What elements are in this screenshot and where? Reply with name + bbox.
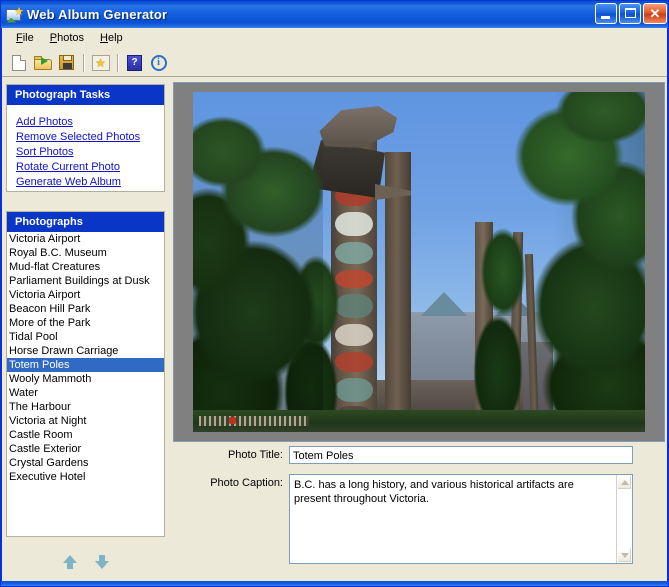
window-border-bottom <box>1 581 668 586</box>
window-border-right <box>667 28 668 586</box>
totem-carving-band <box>335 212 373 236</box>
question-mark-icon: ? <box>127 54 142 71</box>
move-down-arrow-icon[interactable] <box>94 554 110 570</box>
list-item[interactable]: Water <box>7 386 164 400</box>
photographs-header: Photographs <box>7 212 164 232</box>
floppy-save-icon <box>59 55 74 70</box>
photo-details-form: Photo Title: Totem Poles Photo Caption: … <box>173 446 665 584</box>
list-item[interactable]: The Harbour <box>7 400 164 414</box>
menu-item-file[interactable]: File <box>8 30 42 46</box>
window-title: Web Album Generator <box>27 7 168 22</box>
application-window: ★ Web Album Generator ✕ File Photos Help <box>0 0 669 587</box>
list-item[interactable]: Victoria Airport <box>7 232 164 246</box>
save-album-button[interactable] <box>55 52 78 74</box>
list-item[interactable]: Parliament Buildings at Dusk <box>7 274 164 288</box>
task-link-2[interactable]: Sort Photos <box>16 145 164 160</box>
scrollbar-track[interactable] <box>617 490 632 548</box>
tree-right <box>509 92 645 432</box>
photographs-panel: Photographs Victoria Airport Royal B.C. M… <box>6 211 165 537</box>
photograph-tasks-panel: Photograph Tasks Add Photos Remove Select… <box>6 84 165 192</box>
toolbar-divider <box>2 76 668 77</box>
menu-item-photos[interactable]: Photos <box>42 30 92 46</box>
photo-caption-label: Photo Caption: <box>210 477 283 489</box>
about-button[interactable]: i <box>147 52 170 74</box>
photograph-tasks-links: Add Photos Remove Selected Photos Sort Pho… <box>7 105 164 190</box>
caption-vertical-scrollbar[interactable] <box>616 475 632 563</box>
task-link-0[interactable]: Add Photos <box>16 115 164 130</box>
photo-caption-field[interactable]: B.C. has a long history, and various his… <box>289 474 633 564</box>
title-bar: ★ Web Album Generator ✕ <box>1 1 668 28</box>
photo-preview-area <box>173 82 665 442</box>
tree-left <box>193 112 323 432</box>
photo-caption-input[interactable]: B.C. has a long history, and various his… <box>290 475 616 563</box>
list-item[interactable]: Victoria at Night <box>7 414 164 428</box>
task-link-4[interactable]: Generate Web Album <box>16 175 164 190</box>
photo-caption-row: Photo Caption: B.C. has a long history, … <box>173 474 665 564</box>
list-item[interactable]: Castle Exterior <box>7 442 164 456</box>
list-item[interactable]: Wooly Mammoth <box>7 372 164 386</box>
toolbar-separator-2 <box>117 53 119 72</box>
information-icon: i <box>150 54 167 71</box>
toolbar: ★ ? i <box>2 48 668 77</box>
menu-label-help-rest: elp <box>107 32 123 44</box>
list-item[interactable]: Mud-flat Creatures <box>7 260 164 274</box>
task-link-1[interactable]: Remove Selected Photos <box>16 130 164 145</box>
task-link-3[interactable]: Rotate Current Photo <box>16 160 164 175</box>
open-folder-icon <box>33 55 52 70</box>
list-item[interactable]: Crystal Gardens <box>7 456 164 470</box>
window-controls: ✕ <box>595 3 667 24</box>
menu-label-photos-rest: hotos <box>57 32 85 44</box>
list-item[interactable]: Beacon Hill Park <box>7 302 164 316</box>
new-album-button[interactable] <box>7 52 30 74</box>
scroll-down-button[interactable] <box>617 548 632 563</box>
list-item[interactable]: Executive Hotel <box>7 470 164 484</box>
generate-album-button[interactable]: ★ <box>89 52 112 74</box>
toolbar-separator-1 <box>83 53 85 72</box>
list-item[interactable]: Horse Drawn Carriage <box>7 344 164 358</box>
help-button[interactable]: ? <box>123 52 146 74</box>
list-item[interactable]: Tidal Pool <box>7 330 164 344</box>
photo-title-row: Photo Title: Totem Poles <box>173 446 665 464</box>
photo-title-input[interactable]: Totem Poles <box>289 446 633 464</box>
close-button[interactable]: ✕ <box>643 3 667 24</box>
app-icon: ★ <box>5 6 24 24</box>
menu-label-file-rest: ile <box>22 32 34 44</box>
star-page-icon: ★ <box>91 54 110 71</box>
list-item[interactable]: Castle Room <box>7 428 164 442</box>
client-area: Photograph Tasks Add Photos Remove Select… <box>2 78 668 586</box>
new-document-icon <box>11 54 26 71</box>
list-item[interactable]: Totem Poles <box>7 358 164 372</box>
menu-item-help[interactable]: Help <box>92 30 131 46</box>
window-border-left <box>1 28 2 586</box>
photo-preview-image <box>193 92 645 432</box>
open-album-button[interactable] <box>31 52 54 74</box>
red-accent <box>229 417 236 424</box>
move-up-arrow-icon[interactable] <box>62 554 78 570</box>
minimize-button[interactable] <box>595 3 617 24</box>
reorder-controls <box>6 540 165 584</box>
list-item[interactable]: Royal B.C. Museum <box>7 246 164 260</box>
list-item[interactable]: Victoria Airport <box>7 288 164 302</box>
photographs-list[interactable]: Victoria Airport Royal B.C. Museum Mud-fla… <box>7 232 164 536</box>
fence <box>199 416 309 426</box>
menu-bar: File Photos Help <box>2 28 668 48</box>
photo-title-label: Photo Title: <box>227 449 283 461</box>
list-item[interactable]: More of the Park <box>7 316 164 330</box>
maximize-button[interactable] <box>619 3 641 24</box>
scroll-up-button[interactable] <box>617 475 632 490</box>
photograph-tasks-header: Photograph Tasks <box>7 85 164 105</box>
